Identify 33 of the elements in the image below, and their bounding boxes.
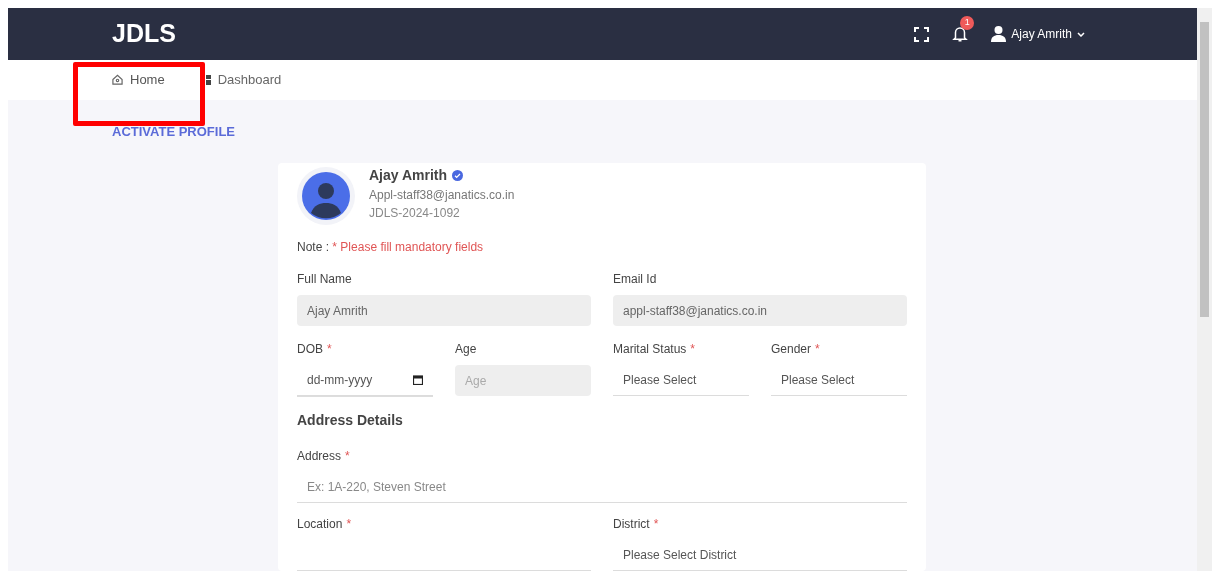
field-label: Address [297, 448, 342, 465]
required-asterisk: * [345, 448, 350, 465]
required-asterisk: * [346, 516, 352, 533]
field-label: Gender [771, 341, 812, 358]
nav-link[interactable]: Home [112, 70, 165, 90]
notification-badge: 1 [960, 16, 975, 30]
field-label: Age [455, 341, 477, 358]
fullscreen-icon[interactable] [914, 26, 930, 42]
chevron-down-icon [1077, 31, 1085, 37]
note-text: Note : * Please fill mandatory fields [297, 239, 485, 256]
page-title: ACTIVATE PROFILE [112, 122, 237, 141]
profile-email: Appl-staff38@janatics.co.in [369, 186, 515, 204]
field-label: Location [297, 516, 343, 533]
home-icon [112, 74, 123, 86]
field-label: Email Id [613, 271, 657, 288]
date-placeholder: dd-mm-yyyy [307, 372, 373, 389]
field-label: District [613, 516, 650, 533]
section-heading: Address Details [297, 411, 404, 430]
profile-id: JDLS-2024-1092 [369, 204, 461, 222]
field-label: Marital Status [613, 341, 687, 358]
logo: JDLS [112, 18, 176, 50]
required-asterisk: * [815, 341, 820, 358]
required-asterisk: * [327, 341, 332, 358]
bell-icon[interactable] [951, 25, 970, 43]
user-menu[interactable]: Ajay Amrith [991, 25, 1085, 43]
profile-name: Ajay Amrith [369, 165, 448, 185]
calendar-icon [413, 375, 423, 385]
required-asterisk: * [690, 341, 696, 358]
field-label: DOB [297, 341, 323, 358]
nav-link[interactable]: Dashboard [200, 70, 282, 90]
required-asterisk: * [653, 516, 659, 533]
field-label: Full Name [297, 271, 352, 288]
user-icon [991, 26, 1007, 42]
